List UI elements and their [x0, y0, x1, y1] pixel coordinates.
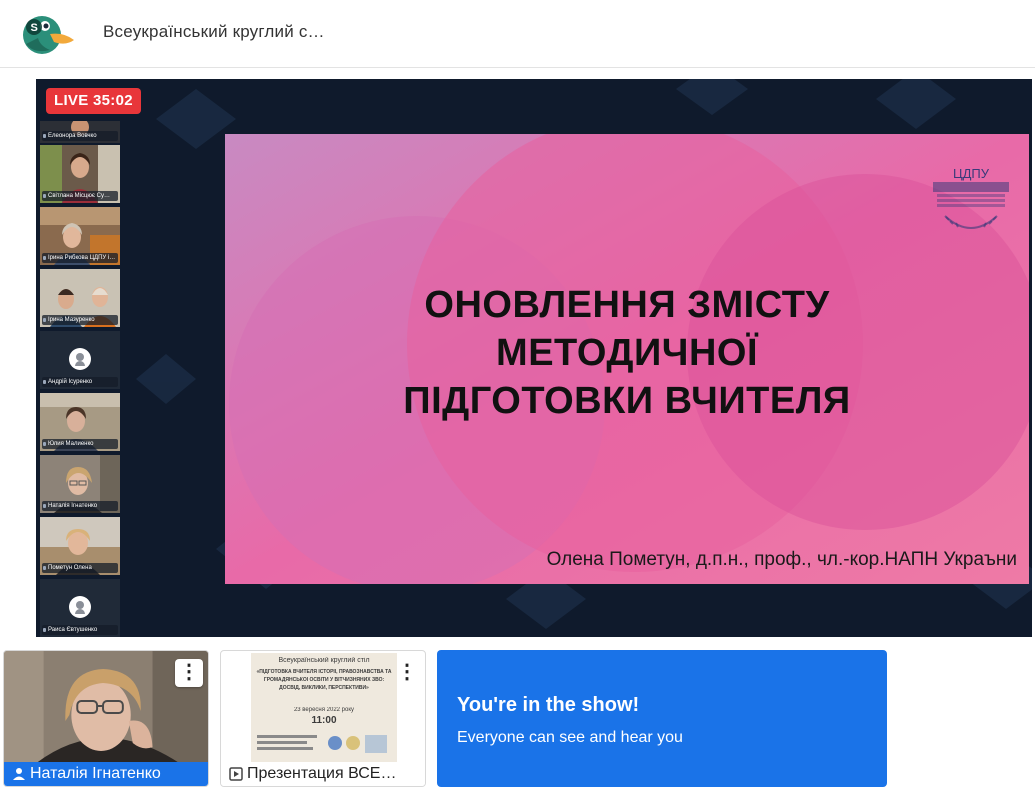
presentation-thumbnail: Всеукраїнський круглий стіл «ПІДГОТОВКА …	[251, 653, 397, 763]
poster-line: «ПІДГОТОВКА ВЧИТЕЛЯ ІСТОРІЇ, ПРАВОЗНАВСТ…	[256, 669, 392, 675]
participant-name: Наталія Ігнатенко	[42, 501, 118, 511]
avatar-placeholder-icon	[69, 348, 91, 370]
participant-tile[interactable]: Ірина Мазуренко	[40, 269, 120, 327]
participant-tile[interactable]: Андрій Ісуренко	[40, 331, 120, 389]
poster-time: 11:00	[311, 715, 337, 726]
participant-name: Ірина Мазуренко	[42, 315, 118, 325]
participant-name: Елеонора Вовчко	[42, 131, 118, 141]
participant-tile[interactable]: Елеонора Вовчко	[40, 121, 120, 143]
page-title: Всеукраїнський круглий с…	[103, 22, 325, 41]
participant-video-tile[interactable]: ⋮ Наталія Ігнатенко	[3, 650, 209, 787]
participant-tile[interactable]: Світлана Місцює Су…	[40, 145, 120, 203]
participant-name: Світлана Місцює Су…	[42, 191, 118, 201]
in-show-subtitle: Everyone can see and hear you	[457, 729, 683, 746]
broadcast-stage: LIVE 35:02 Елеонора Вовчко Світлана Місц…	[36, 79, 1032, 637]
participant-name: Раиса Євтушенко	[42, 625, 118, 635]
play-box-icon	[229, 767, 243, 781]
tile-name-label: Наталія Ігнатенко	[4, 762, 208, 786]
participants-strip[interactable]: Елеонора Вовчко Світлана Місцює Су… Ірин…	[40, 121, 120, 637]
participant-tile[interactable]: Ірина Рибкова ЦДПУ і…	[40, 207, 120, 265]
duck-logo-icon[interactable]: S	[20, 10, 76, 56]
presentation-share-tile[interactable]: Всеукраїнський круглий стіл «ПІДГОТОВКА …	[220, 650, 426, 787]
participant-name: Пометун Олена	[42, 563, 118, 573]
university-logo-icon: ЦДПУ	[933, 166, 1009, 229]
participant-name: Юлия Малиенко	[42, 439, 118, 449]
slide-title: ОНОВЛЕННЯ ЗМІСТУ МЕТОДИЧНОЇ ПІДГОТОВКИ В…	[325, 281, 929, 425]
presentation-name: Презентация ВСЕ…	[247, 765, 397, 782]
logo-text: ЦДПУ	[953, 166, 990, 181]
person-icon	[13, 768, 25, 780]
participant-name: Андрій Ісуренко	[42, 377, 118, 387]
live-timer-badge: LIVE 35:02	[46, 88, 141, 114]
participant-tile[interactable]: Наталія Ігнатенко	[40, 455, 120, 513]
top-header: S Всеукраїнський круглий с…	[0, 0, 1035, 68]
participant-name: Ірина Рибкова ЦДПУ і…	[42, 253, 118, 263]
tile-name-label: Презентация ВСЕ…	[221, 762, 425, 786]
in-show-notice: You're in the show! Everyone can see and…	[437, 650, 887, 787]
slide-title-line: ОНОВЛЕННЯ ЗМІСТУ	[424, 284, 830, 326]
participant-tile[interactable]: Пометун Олена	[40, 517, 120, 575]
kebab-menu-icon[interactable]: ⋮	[175, 659, 203, 687]
slide-title-line: МЕТОДИЧНОЇ	[496, 332, 758, 374]
presentation-slide: ЦДПУ ОНОВЛЕННЯ ЗМІСТУ МЕТОДИЧНОЇ ПІДГОТО…	[225, 134, 1029, 584]
svg-text:S: S	[31, 22, 38, 34]
poster-line: ДОСВІД, ВИКЛИКИ, ПЕРСПЕКТИВИ»	[279, 685, 369, 691]
poster-date: 23 вересня 2022 року	[293, 707, 355, 713]
participant-tile[interactable]: Юлия Малиенко	[40, 393, 120, 451]
poster-logos-icon	[257, 735, 387, 753]
slide-title-line: ПІДГОТОВКИ ВЧИТЕЛЯ	[403, 380, 851, 422]
avatar-placeholder-icon	[69, 596, 91, 618]
in-show-title: You're in the show!	[457, 694, 640, 716]
participant-tile[interactable]: Раиса Євтушенко	[40, 579, 120, 637]
participant-name: Наталія Ігнатенко	[30, 765, 161, 782]
poster-line: Всеукраїнський круглий стіл	[278, 657, 370, 664]
slide-author: Олена Пометун, д.п.н., проф., чл.-кор.НА…	[546, 549, 1017, 570]
poster-line: ГРОМАДЯНСЬКОЇ ОСВІТИ У ВІТЧИЗНЯНИХ ЗВО:	[263, 677, 385, 683]
kebab-menu-icon[interactable]: ⋮	[393, 659, 421, 687]
